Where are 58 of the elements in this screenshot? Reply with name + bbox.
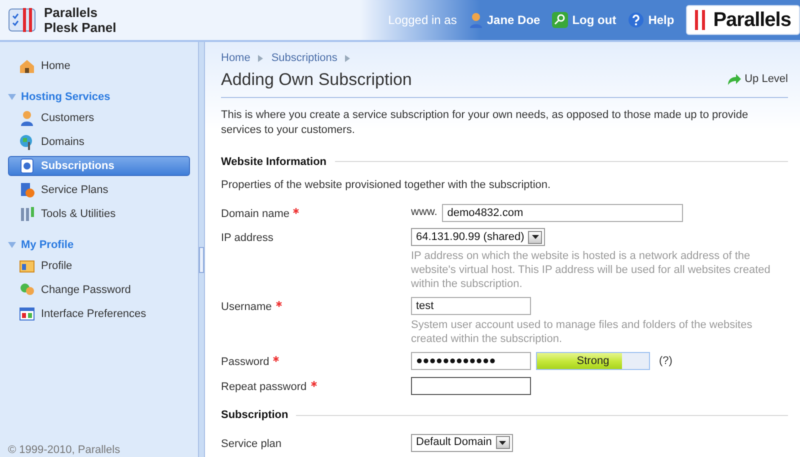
strength-label: Strong — [576, 354, 610, 369]
section-title: Website Information — [221, 154, 327, 170]
field-label: Repeat password — [221, 380, 307, 394]
input-field[interactable]: demo4832.com — [442, 204, 684, 222]
sidebar-item[interactable]: Domains — [8, 132, 190, 152]
sidebar-item[interactable]: Home — [8, 56, 190, 76]
input-field[interactable] — [411, 376, 531, 394]
field-label: Password — [221, 355, 270, 370]
checklist-logo-icon — [8, 7, 36, 33]
field-label: Domain name — [221, 206, 290, 222]
dropdown[interactable]: 64.131.90.99 (shared) — [411, 228, 546, 246]
section-title: Subscription — [221, 408, 288, 423]
person-icon — [468, 12, 483, 28]
arrow-icon — [726, 72, 741, 86]
input-field[interactable]: test — [411, 297, 531, 315]
tools-icon — [19, 206, 35, 222]
sidebar-item[interactable]: Tools & Utilities — [8, 204, 190, 224]
intro-text: This is where you create a service subscription for your own needs, as opposed to those made up to provide services to your customers. — [221, 108, 750, 138]
brand-logo: Parallels — [686, 5, 800, 35]
help-icon — [628, 12, 644, 28]
window-icon — [19, 306, 35, 322]
copyright-text: © 1999-2010, Parallels — [8, 444, 120, 457]
chevron-icon — [345, 54, 350, 62]
chevron-icon — [258, 54, 264, 62]
user-link[interactable]: Jane Doe — [468, 11, 540, 29]
sidebar-item[interactable]: Service Plans — [8, 180, 190, 200]
field-label: Username — [221, 300, 272, 315]
breadcrumb-link[interactable]: Home — [221, 50, 250, 66]
field-label: Service plan — [221, 436, 282, 452]
sidebar-item[interactable]: Interface Preferences — [8, 304, 190, 324]
card-icon — [19, 258, 35, 274]
field-hint: IP address on which the website is hosted is a network address of the website's virtual host. This IP address will be used for all websites created within the subscription. — [411, 249, 772, 291]
sidebar-item[interactable]: Customers — [8, 108, 190, 128]
globe-icon — [19, 134, 35, 150]
collapse-handle[interactable] — [199, 247, 204, 273]
sidebar-item[interactable]: Change Password — [8, 280, 190, 300]
product-name: Parallels Plesk Panel — [44, 5, 116, 35]
help-link[interactable]: Help — [628, 11, 674, 29]
input-field[interactable]: ●●●●●●●●●●●● — [411, 352, 531, 370]
dropdown[interactable]: Default Domain — [411, 434, 513, 452]
caret-icon — [532, 235, 539, 239]
field-hint: System user account used to manage files and folders of the websites created within the subscription. — [411, 318, 754, 346]
section-description: Properties of the website provisioned together with the subscription. — [221, 178, 552, 193]
help-link[interactable]: (?) — [659, 352, 672, 370]
page-title: Adding Own Subscription — [221, 68, 412, 90]
caret-icon — [499, 440, 506, 444]
document-icon — [19, 158, 35, 174]
field-label: IP address — [221, 231, 274, 246]
triangle-icon — [8, 94, 16, 100]
person-icon — [19, 110, 35, 126]
domain-prefix: www. — [411, 205, 438, 220]
house-icon — [19, 58, 35, 74]
logout-link[interactable]: Log out — [552, 11, 616, 29]
breadcrumb-link[interactable]: Subscriptions — [271, 50, 338, 66]
up-level-link[interactable]: Up Level — [726, 71, 788, 88]
logged-in-label: Logged in as — [388, 12, 457, 29]
sidebar-item[interactable]: Profile — [8, 256, 190, 276]
triangle-icon — [8, 242, 16, 248]
